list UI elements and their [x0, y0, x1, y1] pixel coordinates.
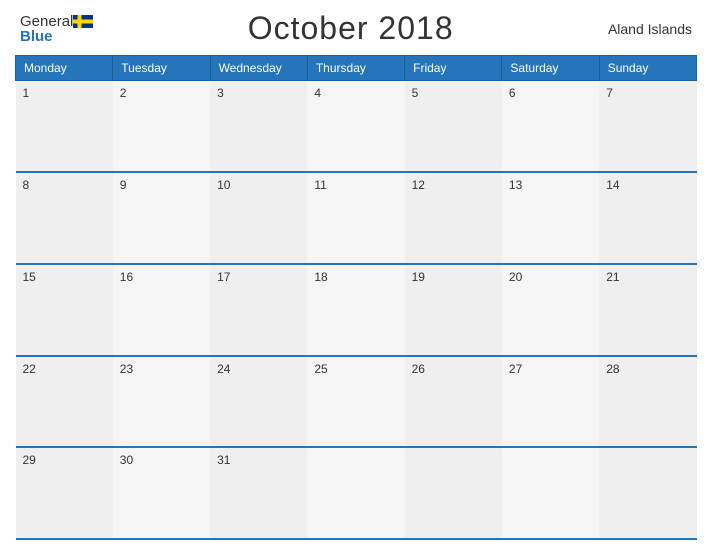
calendar-day-cell [405, 447, 502, 539]
day-number: 17 [217, 270, 230, 284]
day-number: 10 [217, 178, 230, 192]
day-number: 25 [314, 362, 327, 376]
calendar-day-cell: 28 [599, 356, 696, 448]
calendar-day-cell: 5 [405, 81, 502, 173]
calendar-header-row: MondayTuesdayWednesdayThursdayFridaySatu… [16, 56, 697, 81]
day-number: 30 [120, 453, 133, 467]
calendar-day-cell: 3 [210, 81, 307, 173]
calendar-day-header: Tuesday [113, 56, 210, 81]
day-number: 21 [606, 270, 619, 284]
calendar-day-cell: 22 [16, 356, 113, 448]
calendar-day-cell: 23 [113, 356, 210, 448]
calendar-day-cell: 31 [210, 447, 307, 539]
calendar-day-header: Saturday [502, 56, 599, 81]
calendar-day-cell: 17 [210, 264, 307, 356]
logo-flag-icon [73, 15, 93, 28]
day-number: 27 [509, 362, 522, 376]
day-number: 18 [314, 270, 327, 284]
calendar-day-cell: 14 [599, 172, 696, 264]
calendar-day-cell: 21 [599, 264, 696, 356]
day-number: 5 [412, 86, 419, 100]
calendar-week-row: 15 16 17 18 19 20 21 [16, 264, 697, 356]
calendar-day-header: Thursday [307, 56, 404, 81]
day-number: 29 [23, 453, 36, 467]
day-number: 11 [314, 178, 326, 192]
day-number: 19 [412, 270, 425, 284]
calendar-day-cell: 13 [502, 172, 599, 264]
logo-general-text: General [20, 14, 73, 29]
day-number: 2 [120, 86, 127, 100]
region-label: Aland Islands [608, 21, 692, 37]
day-number: 3 [217, 86, 224, 100]
calendar-day-cell: 11 [307, 172, 404, 264]
calendar-day-cell: 18 [307, 264, 404, 356]
calendar-day-cell: 8 [16, 172, 113, 264]
page-header: General Blue October 2018 Aland Islands [15, 10, 697, 47]
calendar-week-row: 22 23 24 25 26 27 28 [16, 356, 697, 448]
calendar-day-cell [502, 447, 599, 539]
day-number: 9 [120, 178, 127, 192]
day-number: 12 [412, 178, 425, 192]
calendar-table: MondayTuesdayWednesdayThursdayFridaySatu… [15, 55, 697, 540]
day-number: 26 [412, 362, 425, 376]
day-number: 14 [606, 178, 619, 192]
calendar-day-cell: 26 [405, 356, 502, 448]
calendar-day-cell: 4 [307, 81, 404, 173]
day-number: 24 [217, 362, 230, 376]
calendar-day-header: Friday [405, 56, 502, 81]
calendar-day-cell: 19 [405, 264, 502, 356]
calendar-day-cell: 10 [210, 172, 307, 264]
calendar-day-cell: 7 [599, 81, 696, 173]
day-number: 28 [606, 362, 619, 376]
calendar-day-cell: 27 [502, 356, 599, 448]
day-number: 8 [23, 178, 30, 192]
day-number: 31 [217, 453, 230, 467]
calendar-day-cell: 6 [502, 81, 599, 173]
calendar-day-cell: 2 [113, 81, 210, 173]
day-number: 20 [509, 270, 522, 284]
day-number: 16 [120, 270, 133, 284]
logo-blue-text: Blue [20, 29, 53, 44]
logo: General Blue [20, 14, 93, 44]
calendar-day-header: Wednesday [210, 56, 307, 81]
calendar-day-cell: 25 [307, 356, 404, 448]
day-number: 15 [23, 270, 36, 284]
day-number: 13 [509, 178, 522, 192]
calendar-day-cell: 16 [113, 264, 210, 356]
calendar-day-header: Monday [16, 56, 113, 81]
day-number: 23 [120, 362, 133, 376]
day-number: 4 [314, 86, 321, 100]
calendar-day-cell: 30 [113, 447, 210, 539]
day-number: 1 [23, 86, 30, 100]
calendar-day-cell [307, 447, 404, 539]
calendar-day-cell: 20 [502, 264, 599, 356]
calendar-day-cell [599, 447, 696, 539]
calendar-day-header: Sunday [599, 56, 696, 81]
day-number: 6 [509, 86, 516, 100]
calendar-day-cell: 9 [113, 172, 210, 264]
calendar-day-cell: 29 [16, 447, 113, 539]
calendar-week-row: 8 9 10 11 12 13 14 [16, 172, 697, 264]
calendar-title: October 2018 [248, 10, 454, 47]
day-number: 22 [23, 362, 36, 376]
calendar-week-row: 29 30 31 [16, 447, 697, 539]
calendar-day-cell: 15 [16, 264, 113, 356]
calendar-week-row: 1 2 3 4 5 6 7 [16, 81, 697, 173]
calendar-day-cell: 1 [16, 81, 113, 173]
calendar-day-cell: 12 [405, 172, 502, 264]
calendar-day-cell: 24 [210, 356, 307, 448]
day-number: 7 [606, 86, 613, 100]
